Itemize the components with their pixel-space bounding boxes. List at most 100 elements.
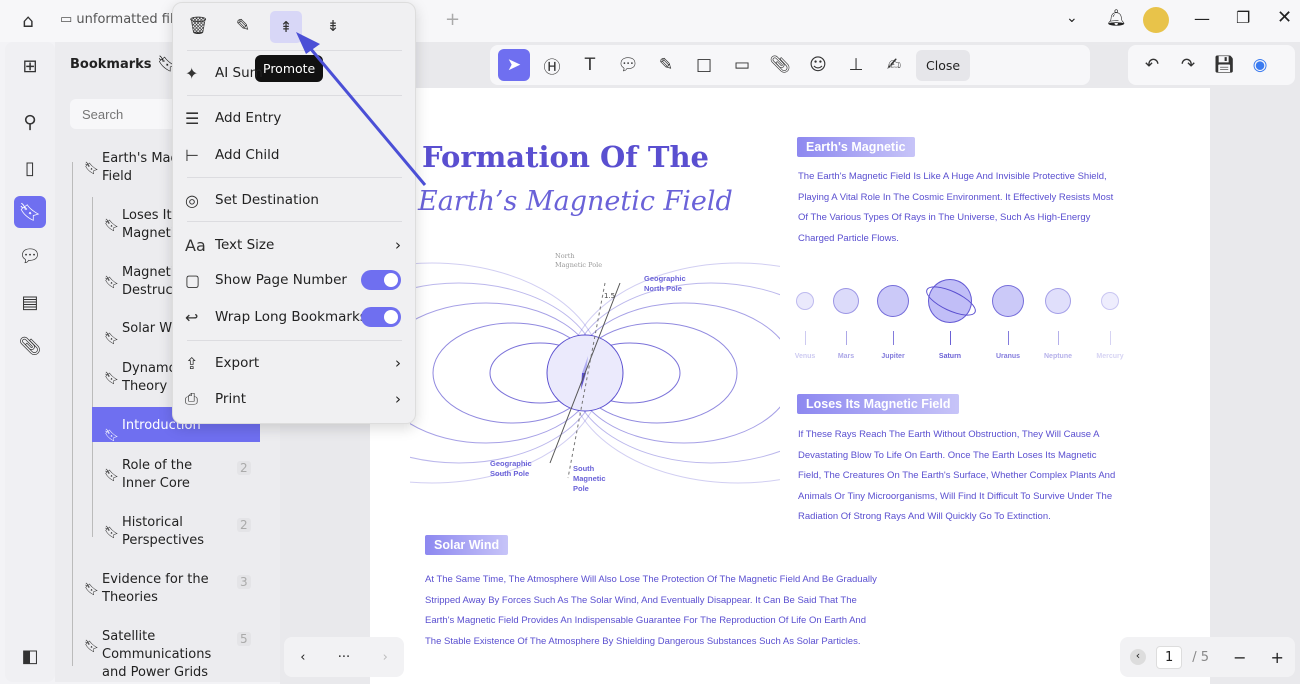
redo-icon[interactable]: ↷ <box>1172 49 1204 81</box>
page-icon[interactable]: ▯ <box>14 152 46 184</box>
highlighter-icon[interactable]: ✎ <box>650 49 682 81</box>
menu-print[interactable]: ⎙ Print › <box>185 383 407 415</box>
tree-line <box>72 162 73 666</box>
tab-file[interactable]: ▭ unformatted file <box>60 12 182 27</box>
promote-icon[interactable]: ⇞ <box>270 11 302 43</box>
page-input[interactable]: 1 <box>1156 645 1183 669</box>
comment-icon[interactable]: 💬︎ <box>14 240 46 272</box>
bookmark-icon: 🔖︎ <box>84 582 100 596</box>
panel-title: Bookmarks <box>70 57 152 72</box>
close-window-icon[interactable]: ✕ <box>1277 7 1292 28</box>
minimize-icon[interactable]: — <box>1194 9 1210 28</box>
list-icon: ☰ <box>185 108 200 128</box>
theme-icon[interactable]: ◧ <box>14 640 46 672</box>
wrap-icon: ↩ <box>185 307 199 327</box>
zoom-in-icon[interactable]: + <box>1270 648 1283 667</box>
planet-row: Venus Mars Jupiter Saturn Uranus Neptune Mercu… <box>790 273 1130 363</box>
bookmark-item[interactable]: 🔖︎ Evidence for the Theories <box>84 571 209 607</box>
show-page-number-toggle[interactable] <box>361 270 401 290</box>
planet-mercury <box>1101 292 1119 310</box>
menu-text-size[interactable]: Aa Text Size › <box>185 229 407 261</box>
planet-label: Jupiter <box>881 353 905 360</box>
doc-title-line1: Formation Of The <box>422 140 709 174</box>
comment-tool-icon[interactable]: 💬︎ <box>612 49 644 81</box>
wrap-bookmarks-toggle[interactable] <box>361 307 401 327</box>
planet-label: Mercury <box>1096 353 1124 360</box>
ai-assistant-icon[interactable]: ◉ <box>1244 49 1276 81</box>
bookmark-label: Historical Perspectives <box>122 515 205 548</box>
search-icon[interactable]: ⚲ <box>14 106 46 138</box>
sticker-icon[interactable]: ☺ <box>802 49 834 81</box>
text-line: Stripped Away By Forces Such As The Sola… <box>425 594 857 606</box>
restore-icon[interactable]: ❐ <box>1236 8 1250 27</box>
home-icon[interactable]: ⌂ <box>14 8 42 34</box>
bookmark-item[interactable]: 🔖︎ Dynamo Theory <box>104 360 177 396</box>
next-icon[interactable]: › <box>383 650 388 665</box>
print-icon: ⎙ <box>185 389 198 408</box>
thumbnails-icon[interactable]: ⊞ <box>14 50 46 82</box>
more-button[interactable]: ··· <box>338 650 350 665</box>
signature-icon[interactable]: ✍ <box>878 49 910 81</box>
section-text: The Earth's Magnetic Field Is Like A Hug… <box>798 167 1113 249</box>
chevron-right-icon: › <box>395 390 401 408</box>
menu-add-entry[interactable]: ☰ Add Entry <box>185 102 407 134</box>
bookmark-label: Loses Its Magneti <box>122 208 179 241</box>
menu-add-child[interactable]: ⊢ Add Child <box>185 139 407 171</box>
bookmark-item[interactable]: 🔖︎ Earth's Mag Field <box>84 150 179 186</box>
monitor-icon: ▭ <box>60 12 77 27</box>
delete-icon[interactable]: 🗑︎ <box>183 11 213 41</box>
edit-icon[interactable]: ✎ <box>228 11 258 41</box>
bookmark-icon[interactable]: 🔖︎ <box>14 196 46 228</box>
bookmark-label: Evidence for the Theories <box>102 572 209 605</box>
menu-export[interactable]: ⇪ Export › <box>185 347 407 379</box>
select-tool-icon[interactable]: ➤ <box>498 49 530 81</box>
bell-icon[interactable]: 🔔︎ <box>1106 8 1126 27</box>
planet-tick <box>805 331 806 345</box>
attach-icon[interactable]: 📎︎ <box>764 49 796 81</box>
text-line: The Earth's Magnetic Field Is Like A Hug… <box>798 171 1107 182</box>
bookmark-icon: 🔖︎ <box>104 428 120 442</box>
bookmark-item[interactable]: 🔖︎ Loses Its Magneti <box>104 207 179 243</box>
planet-tick <box>893 331 894 345</box>
bookmark-item[interactable]: 🔖︎ Solar W <box>104 320 173 345</box>
undo-icon[interactable]: ↶ <box>1136 49 1168 81</box>
bookmark-item[interactable]: 🔖︎ Historical Perspectives <box>104 514 205 550</box>
menu-show-page-number[interactable]: ▢ Show Page Number <box>185 264 407 296</box>
save-icon[interactable]: 💾︎ <box>1208 49 1240 81</box>
bookmark-label: Solar W <box>122 321 173 336</box>
target-icon: ◎ <box>185 190 199 210</box>
demote-icon[interactable]: ⇟ <box>318 11 348 41</box>
form-icon[interactable]: ▤ <box>14 286 46 318</box>
measure-icon[interactable]: ▭ <box>726 49 758 81</box>
avatar[interactable] <box>1143 7 1169 33</box>
attachment-icon[interactable]: 📎︎ <box>14 330 46 362</box>
bookmark-item[interactable]: 🔖︎ Role of the Inner Core <box>104 457 192 493</box>
new-tab-icon[interactable]: + <box>445 9 460 30</box>
text-line: At The Same Time, The Atmosphere Will Al… <box>425 574 877 585</box>
zoom-out-icon[interactable]: − <box>1233 648 1246 667</box>
tree-line <box>92 197 93 537</box>
label-angle: 1.5 <box>604 292 616 300</box>
menu-label: Set Destination <box>215 192 319 208</box>
pdf-page: Formation Of The Earth’s Magnetic Field … <box>370 88 1210 684</box>
prev-icon[interactable]: ‹ <box>300 650 305 665</box>
bookmark-item[interactable]: 🔖︎ Magneti Destruct <box>104 264 178 300</box>
label-geographic-south-pole: Geographic South Pole <box>490 459 532 478</box>
stamp-icon[interactable]: ⊥ <box>840 49 872 81</box>
close-button[interactable]: Close <box>916 49 971 81</box>
bookmark-label: Earth's Mag Field <box>102 151 179 184</box>
page-nav: ‹ 1 / 5 − + <box>1120 637 1295 677</box>
planet-tick <box>1008 331 1009 345</box>
planet-neptune <box>1045 288 1071 314</box>
text-tool-icon[interactable]: T <box>574 49 606 81</box>
planet-tick <box>950 331 951 345</box>
text-size-icon: Aa <box>185 235 206 255</box>
menu-set-destination[interactable]: ◎ Set Destination <box>185 184 407 216</box>
chevron-down-icon[interactable]: ⌄ <box>1066 10 1078 26</box>
bookmark-item[interactable]: 🔖︎ Satellite Communications and Power Gri… <box>84 628 211 682</box>
prev-page-icon[interactable]: ‹ <box>1130 649 1146 665</box>
shape-icon[interactable]: □ <box>688 49 720 81</box>
menu-wrap-long-bookmarks[interactable]: ↩ Wrap Long Bookmarks <box>185 301 407 333</box>
menu-ai-summarize[interactable]: ✦ AI Sum <box>185 57 407 89</box>
heading-tool-icon[interactable]: Ⓗ <box>536 49 568 81</box>
